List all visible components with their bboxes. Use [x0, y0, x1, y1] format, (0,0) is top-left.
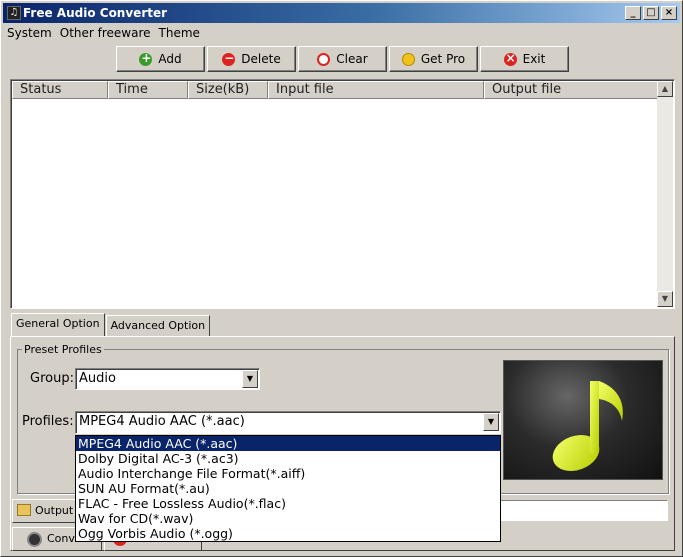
add-button[interactable]: Add — [116, 46, 205, 72]
menu-bar: System Other freeware Theme — [3, 24, 680, 42]
close-button[interactable]: × — [661, 6, 677, 20]
group-select[interactable]: Audio ▼ — [75, 368, 260, 390]
profile-option[interactable]: FLAC - Free Lossless Audio(*.flac) — [76, 496, 500, 511]
get-pro-button[interactable]: Get Pro — [389, 46, 478, 72]
smiley-icon — [401, 52, 415, 66]
profiles-select[interactable]: MPEG4 Audio AAC (*.aac) ▼ — [75, 411, 501, 434]
profiles-dropdown: MPEG4 Audio AAC (*.aac) Dolby Digital AC… — [75, 435, 501, 542]
scroll-down-icon[interactable]: ▼ — [657, 291, 673, 307]
tab-general-option[interactable]: General Option — [11, 313, 105, 336]
profile-option[interactable]: SUN AU Format(*.au) — [76, 481, 500, 496]
minimize-button[interactable]: _ — [625, 6, 641, 20]
maximize-button[interactable]: □ — [643, 6, 659, 20]
options-tabs: General Option Advanced Option — [11, 313, 211, 336]
group-value: Audio — [79, 371, 116, 386]
menu-other-freeware[interactable]: Other freeware — [56, 24, 155, 42]
column-status[interactable]: Status — [12, 81, 108, 99]
window-title: Free Audio Converter — [23, 6, 168, 20]
music-note-icon — [552, 381, 623, 471]
menu-system[interactable]: System — [3, 24, 56, 42]
profile-option[interactable]: Dolby Digital AC-3 (*.ac3) — [76, 451, 500, 466]
column-time[interactable]: Time — [108, 81, 188, 99]
get-pro-label: Get Pro — [420, 52, 466, 66]
app-window: ♫ Free Audio Converter _ □ × System Othe… — [0, 0, 683, 557]
clear-button[interactable]: Clear — [298, 46, 387, 72]
folder-icon — [17, 504, 31, 516]
profile-option[interactable]: Wav for CD(*.wav) — [76, 511, 500, 526]
music-note-image — [503, 360, 663, 480]
delete-icon — [222, 51, 236, 66]
exit-label: Exit — [522, 52, 546, 66]
menu-theme[interactable]: Theme — [155, 24, 204, 42]
file-list[interactable]: Status Time Size(kB) Input file Output f… — [10, 79, 675, 309]
title-bar: ♫ Free Audio Converter _ □ × — [3, 3, 680, 23]
profile-option[interactable]: Ogg Vorbis Audio (*.ogg) — [76, 526, 500, 541]
preset-profiles-legend: Preset Profiles — [22, 343, 104, 356]
exit-button[interactable]: Exit — [480, 46, 569, 72]
chevron-down-icon[interactable]: ▼ — [483, 413, 499, 431]
output-dir-field[interactable] — [498, 500, 668, 521]
delete-label: Delete — [241, 52, 281, 66]
clear-label: Clear — [336, 52, 368, 66]
group-label: Group: — [30, 371, 74, 386]
profiles-label: Profiles: — [22, 414, 74, 429]
chevron-down-icon[interactable]: ▼ — [242, 370, 258, 388]
column-size[interactable]: Size(kB) — [188, 81, 268, 99]
profiles-value: MPEG4 Audio AAC (*.aac) — [79, 414, 245, 429]
file-list-header: Status Time Size(kB) Input file Output f… — [12, 81, 659, 99]
scroll-up-icon[interactable]: ▲ — [657, 81, 673, 97]
column-input-file[interactable]: Input file — [268, 81, 484, 99]
add-label: Add — [158, 52, 182, 66]
list-scrollbar[interactable]: ▲ ▼ — [657, 81, 673, 307]
clear-icon — [317, 52, 331, 66]
profile-option[interactable]: Audio Interchange File Format(*.aiff) — [76, 466, 500, 481]
exit-icon — [503, 51, 517, 66]
app-icon: ♫ — [7, 6, 21, 20]
toolbar: Add Delete Clear Get Pro Exit — [116, 46, 569, 72]
tab-advanced-option[interactable]: Advanced Option — [105, 315, 211, 336]
profile-option[interactable]: MPEG4 Audio AAC (*.aac) — [76, 436, 500, 451]
add-icon — [139, 51, 153, 66]
column-output-file[interactable]: Output file — [484, 81, 659, 99]
delete-button[interactable]: Delete — [207, 46, 296, 72]
film-reel-icon — [27, 532, 42, 547]
